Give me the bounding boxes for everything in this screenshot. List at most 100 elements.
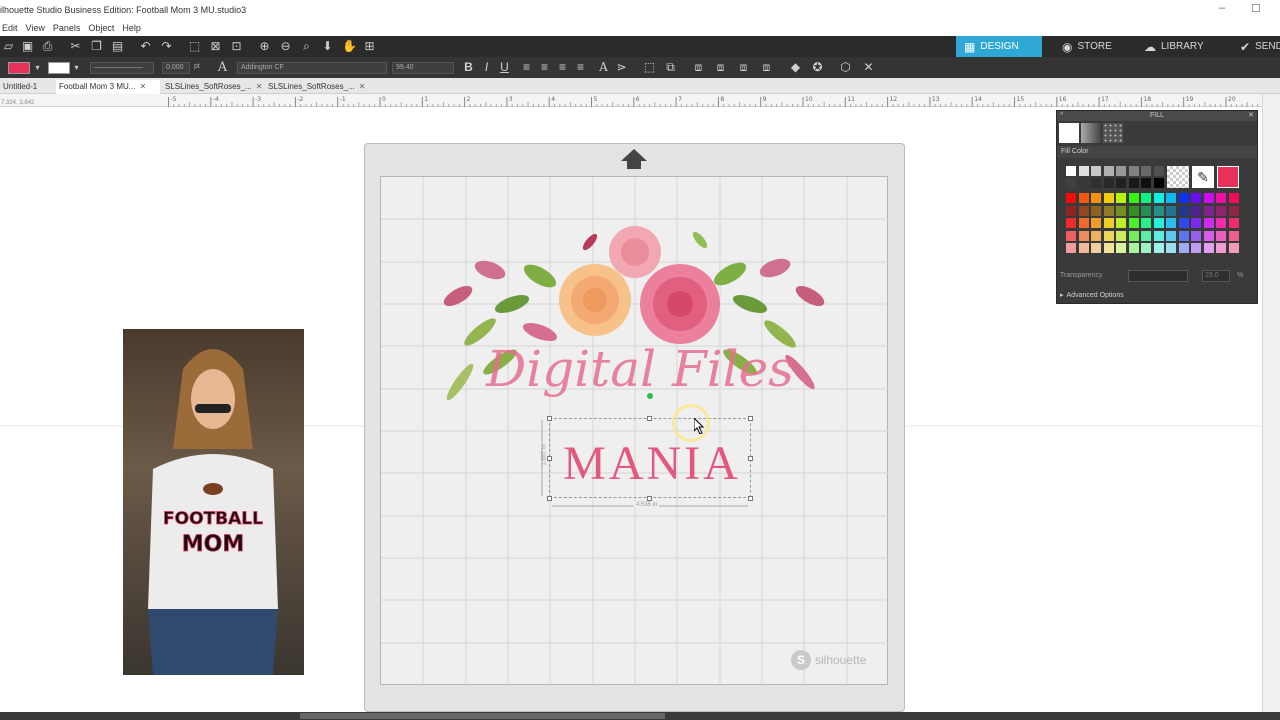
release-compound-icon[interactable]: ⧈ (760, 61, 773, 74)
underline-icon[interactable]: U (498, 61, 511, 74)
scrollbar-thumb[interactable] (300, 713, 665, 719)
fill-color-swatch[interactable] (8, 62, 30, 74)
selected-color-swatch[interactable] (1217, 166, 1239, 188)
effects-icon[interactable]: ✪ (811, 61, 824, 74)
color-swatch[interactable] (1178, 205, 1189, 216)
color-swatch[interactable] (1216, 230, 1226, 241)
eyedropper-icon[interactable]: ✎ (1192, 166, 1214, 188)
color-swatch[interactable] (1116, 243, 1126, 253)
maximize-icon[interactable]: ☐ (1251, 2, 1261, 15)
color-swatch[interactable] (1128, 218, 1139, 228)
color-swatch[interactable] (1166, 205, 1176, 216)
color-swatch[interactable] (1228, 193, 1239, 203)
color-swatch[interactable] (1103, 178, 1114, 188)
color-swatch[interactable] (1091, 218, 1101, 228)
color-swatch[interactable] (1178, 243, 1189, 253)
close-tab-icon[interactable]: ✕ (139, 82, 146, 91)
align-left-icon[interactable]: ≡ (520, 61, 533, 74)
transparency-slider[interactable] (1128, 270, 1188, 282)
fill-pattern-button[interactable] (1103, 123, 1123, 143)
move-down-icon[interactable]: ⬇ (321, 40, 334, 53)
color-swatch[interactable] (1078, 218, 1089, 228)
color-swatch[interactable] (1128, 193, 1139, 203)
color-swatch[interactable] (1078, 166, 1089, 176)
rotate-handle[interactable] (647, 393, 653, 399)
color-swatch[interactable] (1191, 193, 1201, 203)
color-swatch[interactable] (1078, 178, 1089, 188)
close-icon[interactable]: ✕ (1248, 111, 1254, 121)
menu-view[interactable]: View (24, 21, 51, 36)
menu-panels[interactable]: Panels (51, 21, 87, 36)
color-swatch[interactable] (1128, 166, 1139, 176)
doc-tab-softroses-1[interactable]: SLSLines_SoftRoses_... ✕ (162, 80, 262, 94)
replicate-icon[interactable]: ⧉ (664, 61, 677, 74)
color-swatch[interactable] (1228, 230, 1239, 241)
resize-handle[interactable] (748, 416, 753, 421)
color-swatch[interactable] (1153, 243, 1164, 253)
color-swatch[interactable] (1066, 218, 1076, 228)
color-swatch[interactable] (1228, 218, 1239, 228)
color-swatch[interactable] (1203, 218, 1214, 228)
color-swatch[interactable] (1116, 178, 1126, 188)
color-swatch[interactable] (1166, 230, 1176, 241)
color-swatch[interactable] (1166, 243, 1176, 253)
minimize-icon[interactable]: – (1219, 2, 1225, 14)
color-swatch[interactable] (1216, 243, 1226, 253)
color-swatch[interactable] (1203, 193, 1214, 203)
paste-icon[interactable]: ▤ (111, 40, 124, 53)
line-weight-input[interactable]: 0.000 (162, 62, 190, 74)
fill-gradient-button[interactable] (1081, 123, 1101, 143)
color-swatch[interactable] (1141, 193, 1151, 203)
chevron-down-icon[interactable]: ▾ (70, 61, 83, 74)
color-swatch[interactable] (1153, 166, 1164, 176)
pan-icon[interactable]: ✋ (342, 40, 357, 53)
color-swatch[interactable] (1141, 205, 1151, 216)
color-swatch[interactable] (1203, 243, 1214, 253)
menu-object[interactable]: Object (86, 21, 120, 36)
color-swatch[interactable] (1128, 178, 1139, 188)
select-all-icon[interactable]: ⬚ (188, 40, 201, 53)
color-swatch[interactable] (1066, 230, 1076, 241)
cut-icon[interactable]: ✂ (69, 40, 82, 53)
transform-icon[interactable]: ⬚ (643, 61, 656, 74)
bold-icon[interactable]: B (462, 61, 475, 74)
tab-library[interactable]: ☁ LIBRARY (1136, 36, 1228, 57)
color-swatch[interactable] (1141, 166, 1151, 176)
resize-handle[interactable] (748, 496, 753, 501)
tab-send[interactable]: ✔ SEND (1232, 36, 1280, 57)
color-swatch[interactable] (1066, 243, 1076, 253)
close-tab-icon[interactable]: ✕ (359, 82, 365, 91)
color-swatch[interactable] (1153, 205, 1164, 216)
horizontal-scrollbar[interactable] (0, 712, 1280, 720)
fill-bucket-icon[interactable]: ◆ (789, 61, 802, 74)
color-swatch[interactable] (1103, 243, 1114, 253)
align-right-icon[interactable]: ≡ (556, 61, 569, 74)
color-swatch[interactable] (1066, 166, 1076, 176)
color-swatch[interactable] (1203, 230, 1214, 241)
tab-store[interactable]: ◉ STORE (1054, 36, 1134, 57)
digital-files-text[interactable]: Digital Files (440, 340, 840, 398)
redo-icon[interactable]: ↷ (160, 40, 173, 53)
color-swatch[interactable] (1178, 193, 1189, 203)
fit-page-icon[interactable]: ⊞ (363, 40, 376, 53)
print-icon[interactable]: ⎙ (41, 40, 54, 53)
color-swatch[interactable] (1178, 218, 1189, 228)
font-size-input[interactable]: 99.40 (392, 62, 454, 74)
doc-tab-football-mom[interactable]: Football Mom 3 MU... ✕ (56, 80, 160, 94)
color-swatch[interactable] (1103, 205, 1114, 216)
color-swatch[interactable] (1116, 218, 1126, 228)
color-swatch[interactable] (1153, 193, 1164, 203)
color-swatch[interactable] (1153, 218, 1164, 228)
color-swatch[interactable] (1116, 205, 1126, 216)
group-icon[interactable]: ⧈ (692, 61, 705, 74)
text-style-icon[interactable]: A (597, 61, 610, 74)
color-swatch[interactable] (1203, 205, 1214, 216)
color-swatch[interactable] (1116, 193, 1126, 203)
zoom-out-icon[interactable]: ⊖ (279, 40, 292, 53)
color-swatch[interactable] (1128, 243, 1139, 253)
color-swatch[interactable] (1191, 205, 1201, 216)
advanced-options[interactable]: ▸ Advanced Options (1060, 291, 1124, 300)
align-center-icon[interactable]: ≡ (538, 61, 551, 74)
color-swatch[interactable] (1228, 205, 1239, 216)
menu-edit[interactable]: Edit (0, 21, 24, 36)
